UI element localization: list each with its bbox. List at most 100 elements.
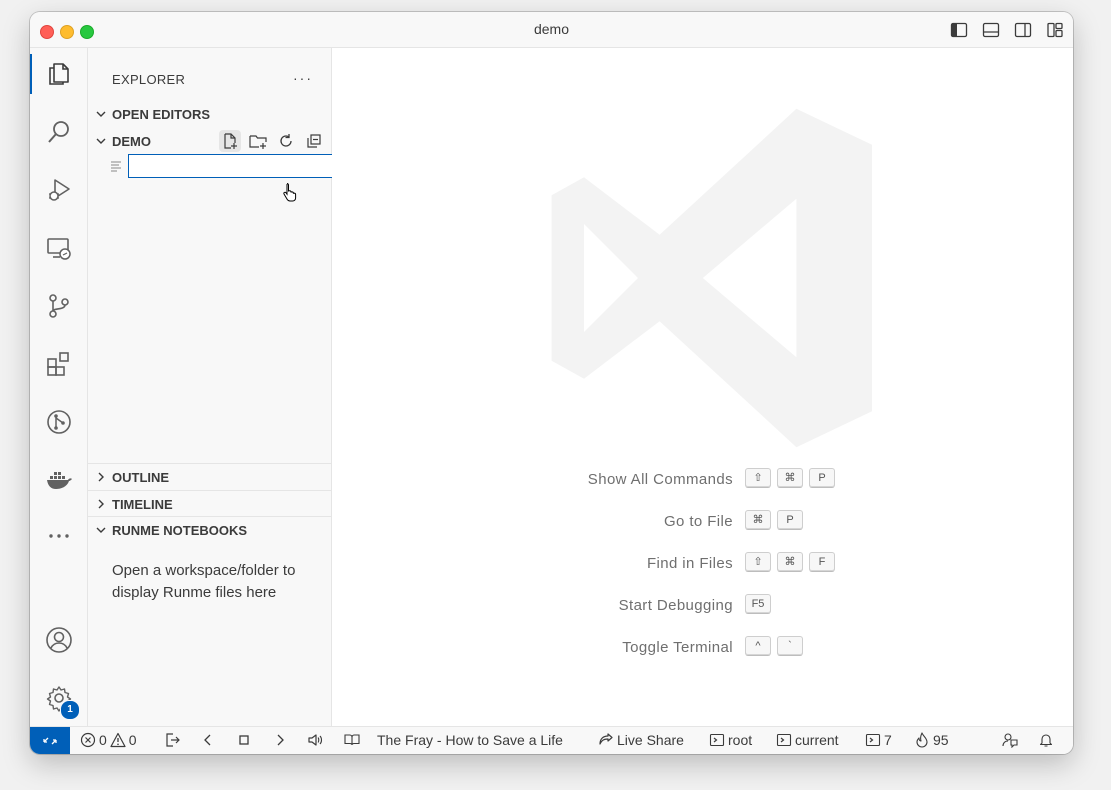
section-outline-label: OUTLINE — [112, 469, 170, 485]
live-share-icon — [599, 733, 613, 745]
keycap: P — [777, 510, 803, 530]
activity-bar: 1 — [30, 48, 88, 727]
section-demo-label: DEMO — [112, 133, 151, 149]
docker-icon[interactable] — [30, 456, 87, 504]
vscode-window: demo 1 EXPLORER ··· OPEN EDITORS DEMO OU… — [30, 12, 1073, 754]
terminal-root[interactable]: root — [709, 731, 752, 749]
chevron-right-icon — [98, 472, 104, 482]
explorer-title: EXPLORER — [112, 72, 186, 87]
extensions-icon[interactable] — [30, 340, 87, 388]
keycap: ⌘ — [777, 468, 803, 488]
new-folder-icon[interactable] — [247, 130, 269, 152]
section-runme-label: RUNME NOTEBOOKS — [112, 522, 248, 538]
account-icon[interactable] — [30, 616, 87, 664]
chevron-down-icon — [96, 527, 106, 533]
now-playing[interactable]: The Fray - How to Save a Life — [344, 731, 563, 749]
files-icon[interactable] — [30, 50, 87, 98]
flame-icon — [916, 732, 928, 748]
live-share-button[interactable]: Live Share — [598, 731, 684, 749]
shortcut-label: Start Debugging — [618, 597, 733, 614]
new-file-icon[interactable] — [219, 130, 241, 152]
terminal-icon — [709, 733, 725, 747]
explorer-sidebar: EXPLORER ··· OPEN EDITORS DEMO OUTLINE T… — [88, 48, 336, 727]
terminal-icon — [865, 733, 881, 747]
section-runme-notebooks[interactable]: RUNME NOTEBOOKS — [88, 516, 331, 543]
keycap: ^ — [745, 636, 771, 656]
section-outline[interactable]: OUTLINE — [88, 463, 331, 490]
git-graph-icon[interactable] — [30, 398, 87, 446]
terminal-current[interactable]: current — [776, 731, 839, 749]
section-timeline[interactable]: TIMELINE — [88, 490, 331, 517]
terminal-current-label: current — [795, 732, 839, 748]
shortcut-row[interactable]: Find in Files ⇧ ⌘ F — [332, 552, 1073, 578]
title-bar: demo — [30, 12, 1073, 48]
chevron-down-icon — [96, 138, 106, 144]
keycap: F5 — [745, 594, 771, 614]
terminal-icon — [776, 733, 792, 747]
problems-indicator[interactable]: 0 0 — [80, 731, 137, 749]
remote-explorer-icon[interactable] — [30, 224, 87, 272]
customize-layout-icon[interactable] — [1045, 20, 1065, 40]
shortcut-row[interactable]: Go to File ⌘ P — [332, 510, 1073, 536]
hand-cursor-icon — [283, 183, 297, 202]
shortcut-label: Toggle Terminal — [622, 639, 733, 656]
shortcut-row[interactable]: Show All Commands ⇧ ⌘ P — [332, 468, 1073, 494]
terminal-root-label: root — [728, 732, 753, 748]
shortcut-label: Go to File — [663, 513, 733, 530]
new-file-row — [108, 154, 336, 180]
run-debug-icon[interactable] — [30, 166, 87, 214]
track-title: The Fray - How to Save a Life — [377, 732, 563, 748]
section-open-editors-label: OPEN EDITORS — [112, 106, 211, 122]
layout-controls — [949, 20, 1065, 40]
book-icon — [344, 734, 360, 746]
remote-icon — [43, 737, 57, 744]
window-title: demo — [533, 21, 570, 37]
search-icon[interactable] — [30, 108, 87, 156]
flame-count: 95 — [933, 732, 949, 748]
section-open-editors[interactable]: OPEN EDITORS — [88, 101, 331, 127]
shortcut-label: Find in Files — [646, 555, 733, 572]
source-control-icon[interactable] — [30, 282, 87, 330]
toggle-secondary-sidebar-icon[interactable] — [1013, 20, 1033, 40]
shortcut-row[interactable]: Start Debugging F5 — [332, 594, 1073, 620]
refresh-icon[interactable] — [275, 130, 297, 152]
remote-indicator[interactable] — [30, 727, 70, 754]
keycap: ` — [777, 636, 803, 656]
section-demo[interactable]: DEMO — [88, 128, 331, 154]
runme-empty-message: Open a workspace/folder to display Runme… — [112, 562, 296, 601]
previous-track-icon[interactable] — [200, 731, 216, 749]
new-file-name-input[interactable] — [128, 154, 336, 178]
keycap: F — [809, 552, 835, 572]
keycap: ⌘ — [777, 552, 803, 572]
error-count: 0 — [99, 732, 107, 748]
toggle-panel-icon[interactable] — [981, 20, 1001, 40]
chevron-down-icon — [96, 111, 106, 117]
exit-icon[interactable] — [164, 731, 180, 749]
explorer-more-actions[interactable]: ··· — [293, 70, 313, 86]
error-icon — [80, 732, 96, 748]
settings-badge: 1 — [60, 700, 80, 720]
volume-icon[interactable] — [307, 731, 323, 749]
keycap: ⌘ — [745, 510, 771, 530]
keycap: P — [809, 468, 835, 488]
chevron-right-icon — [98, 499, 104, 509]
next-track-icon[interactable] — [272, 731, 288, 749]
stop-icon[interactable] — [236, 731, 252, 749]
warning-count: 0 — [128, 732, 137, 748]
status-bar: 0 0 The Fray - How to Save a Life Live S… — [30, 726, 1073, 754]
keycap: ⇧ — [745, 552, 771, 572]
editor-area: Show All Commands ⇧ ⌘ P Go to File ⌘ P F… — [332, 48, 1073, 727]
file-icon — [111, 161, 121, 172]
collapse-all-icon[interactable] — [303, 130, 325, 152]
section-timeline-label: TIMELINE — [112, 496, 173, 512]
shortcut-row[interactable]: Toggle Terminal ^ ` — [332, 636, 1073, 662]
live-share-label: Live Share — [617, 732, 684, 748]
terminal-count[interactable]: 7 — [865, 731, 892, 749]
more-icon[interactable] — [30, 512, 87, 560]
flame-indicator[interactable]: 95 — [914, 731, 949, 749]
notifications-bell-icon[interactable] — [1038, 731, 1054, 749]
feedback-icon[interactable] — [1002, 731, 1018, 749]
settings-icon[interactable]: 1 — [30, 674, 87, 722]
shortcut-label: Show All Commands — [587, 471, 733, 488]
toggle-primary-sidebar-icon[interactable] — [949, 20, 969, 40]
